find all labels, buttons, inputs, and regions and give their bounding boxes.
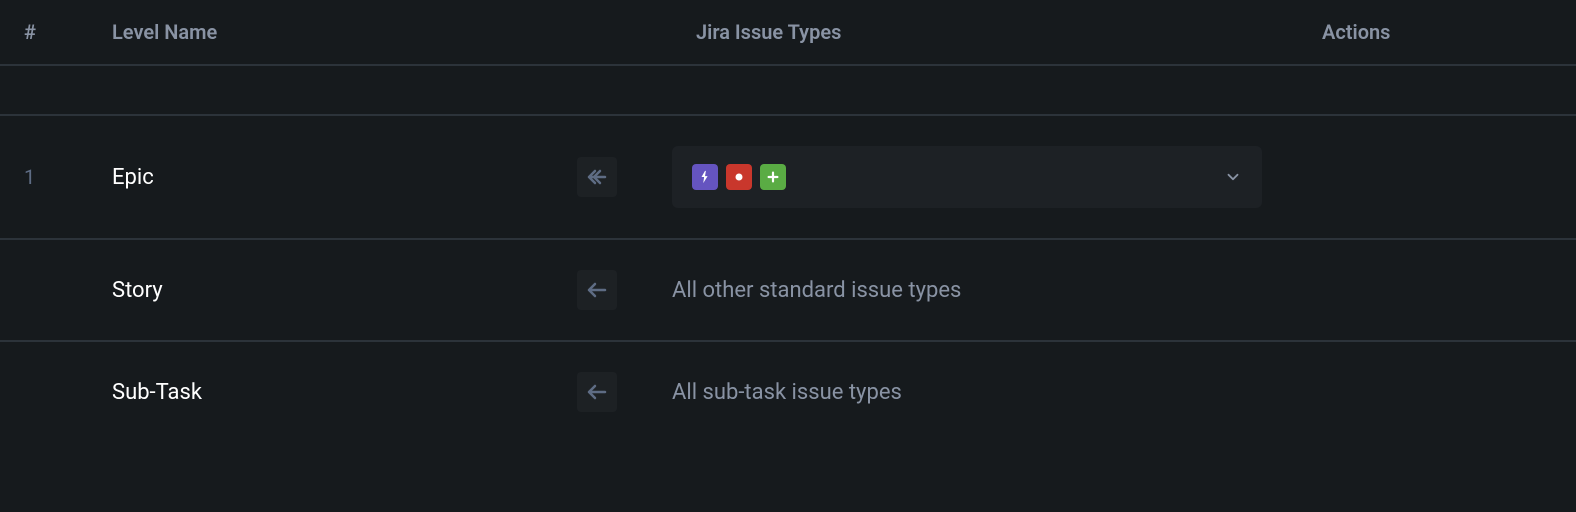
row-number: 1 (24, 165, 112, 189)
bug-icon (726, 164, 752, 190)
header-level-name: Level Name (112, 20, 577, 44)
epic-icon (692, 164, 718, 190)
table-header-row: # Level Name Jira Issue Types Actions (0, 0, 1576, 66)
table-row: Story All other standard issue types (0, 240, 1576, 342)
issue-type-icons (692, 164, 786, 190)
move-button[interactable] (577, 270, 617, 310)
arrow-cell (577, 157, 672, 197)
improvement-icon (760, 164, 786, 190)
spacer-row (0, 66, 1576, 116)
arrow-cell (577, 270, 672, 310)
header-actions: Actions (1322, 20, 1552, 44)
move-button[interactable] (577, 157, 617, 197)
table-row: Sub-Task All sub-task issue types (0, 342, 1576, 442)
arrow-cell (577, 372, 672, 412)
move-button[interactable] (577, 372, 617, 412)
chevron-down-icon (1224, 168, 1242, 186)
level-name: Story (112, 278, 577, 303)
table-row: 1 Epic (0, 116, 1576, 240)
issue-types-dropdown[interactable] (672, 146, 1262, 208)
types-text: All other standard issue types (672, 278, 1322, 303)
types-cell (672, 146, 1322, 208)
header-num: # (24, 20, 112, 44)
level-name: Sub-Task (112, 380, 577, 405)
level-name: Epic (112, 165, 577, 190)
header-issue-types: Jira Issue Types (672, 20, 1322, 44)
types-text: All sub-task issue types (672, 380, 1322, 405)
arrow-left-icon (585, 380, 609, 404)
arrow-left-icon (585, 278, 609, 302)
hierarchy-table: # Level Name Jira Issue Types Actions 1 … (0, 0, 1576, 442)
arrow-left-icon (585, 165, 609, 189)
